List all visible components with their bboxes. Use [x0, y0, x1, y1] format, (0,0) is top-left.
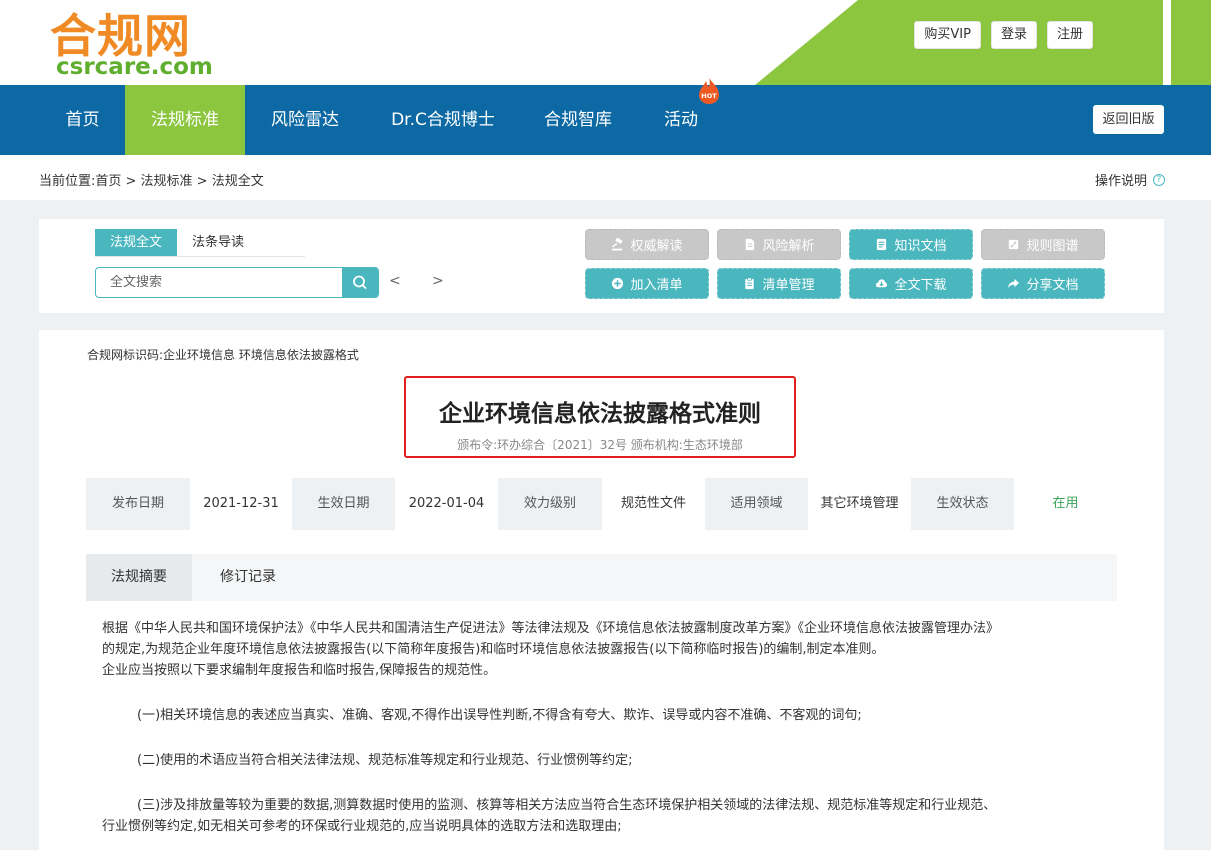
hot-label: HOT [701, 92, 717, 100]
meta-value-domain: 其它环境管理 [820, 496, 899, 511]
meta-value-level: 规范性文件 [620, 496, 686, 511]
document-title: 企业环境信息依法披露格式准则 [439, 401, 761, 427]
metadata-table: 发布日期 2021-12-31 生效日期 2022-01-04 效力级别 规范性… [86, 478, 1117, 530]
download-full-text-button[interactable]: 全文下载 [849, 268, 973, 299]
hot-flame-icon: HOT [699, 78, 719, 104]
cloud-download-icon [876, 279, 888, 288]
meta-label-domain: 适用领域 [705, 478, 808, 530]
tab-full-text[interactable]: 法规全文 [95, 229, 178, 257]
body-clause: (二)使用的术语应当符合相关法律法规、规范标准等规定和行业规范、行业惯例等约定; [137, 753, 633, 768]
clipboard-icon [745, 277, 755, 290]
tab-revision-history[interactable]: 修订记录 [198, 554, 298, 601]
nav-think-tank[interactable]: 合规智库 [528, 85, 628, 155]
add-to-list-button[interactable]: 加入清单 [585, 268, 709, 299]
action-label: 加入清单 [630, 278, 683, 293]
share-icon [1008, 278, 1020, 289]
site-logo[interactable]: 合规网 csrcare.com [50, 4, 220, 80]
knowledge-docs-button[interactable]: 知识文档 [849, 229, 973, 260]
document-icon [746, 238, 755, 251]
main-nav: 首页 法规标准 风险雷达 Dr.C合规博士 合规智库 活动 [0, 85, 1211, 155]
rule-graph-button[interactable]: 规则图谱 [981, 229, 1105, 260]
action-label: 风险解析 [762, 239, 815, 254]
search-box [95, 267, 379, 298]
nav-risk-radar[interactable]: 风险雷达 [255, 85, 355, 155]
meta-label-publish-date: 发布日期 [86, 478, 190, 530]
logo-domain: csrcare.com [56, 54, 213, 80]
document-identifier: 合规网标识码:企业环境信息 环境信息依法披露格式 [87, 348, 359, 362]
meta-label-status: 生效状态 [911, 478, 1014, 530]
meta-label-effective-date: 生效日期 [292, 478, 395, 530]
meta-label-level: 效力级别 [498, 478, 602, 530]
body-paragraph: 的规定,为规范企业年度环境信息依法披露报告(以下简称年度报告)和临时环境信息依法… [102, 642, 885, 657]
view-tabs: 法规全文 法条导读 [95, 229, 260, 257]
help-link[interactable]: 操作说明 ? [1095, 170, 1165, 189]
body-paragraph: 企业应当按照以下要求编制年度报告和临时报告,保障报告的规范性。 [102, 663, 497, 678]
plus-circle-icon [612, 277, 624, 290]
search-icon [353, 275, 367, 289]
body-clause: (一)相关环境信息的表述应当真实、准确、客观,不得作出误导性判断,不得含有夸大、… [137, 708, 862, 723]
nav-dr-c[interactable]: Dr.C合规博士 [378, 85, 508, 155]
search-button[interactable] [342, 268, 378, 297]
meta-value-effective-date: 2022-01-04 [408, 496, 485, 511]
body-clause: (三)涉及排放量等较为重要的数据,测算数据时使用的监测、核算等相关方法应当符合生… [137, 798, 997, 813]
meta-value-publish-date: 2021-12-31 [203, 496, 279, 511]
document-content: 合规网标识码:企业环境信息 环境信息依法披露格式 企业环境信息依法披露格式准则 … [39, 330, 1164, 850]
authority-interpretation-button[interactable]: 权威解读 [585, 229, 709, 260]
document-subtitle: 颁布令:环办综合〔2021〕32号 颁布机构:生态环境部 [457, 438, 743, 452]
tab-article-guide[interactable]: 法条导读 [177, 229, 260, 257]
top-header: 合规网 csrcare.com 购买VIP 登录 注册 [0, 0, 1211, 85]
help-label: 操作说明 [1094, 174, 1147, 189]
document-body: 根据《中华人民共和国环境保护法》《中华人民共和国清洁生产促进法》等法律法规及《环… [102, 618, 1102, 837]
tab-summary[interactable]: 法规摘要 [86, 554, 192, 601]
share-document-button[interactable]: 分享文档 [981, 268, 1105, 299]
nav-regulations[interactable]: 法规标准 [125, 85, 245, 155]
action-label: 清单管理 [762, 278, 815, 293]
action-label: 知识文档 [894, 239, 947, 254]
docs-icon [877, 238, 887, 251]
meta-value-status: 在用 [1052, 496, 1079, 511]
old-version-button[interactable]: 返回旧版 [1093, 105, 1164, 134]
list-management-button[interactable]: 清单管理 [717, 268, 841, 299]
register-button[interactable]: 注册 [1046, 21, 1093, 49]
gavel-icon [612, 238, 623, 251]
title-highlight-box: 企业环境信息依法披露格式准则 颁布令:环办综合〔2021〕32号 颁布机构:生态… [404, 376, 796, 458]
nav-home[interactable]: 首页 [40, 85, 125, 155]
summary-tabs: 法规摘要 修订记录 [86, 554, 1117, 601]
action-label: 全文下载 [894, 278, 947, 293]
user-actions: 购买VIP 登录 注册 [914, 21, 1093, 49]
body-paragraph: 根据《中华人民共和国环境保护法》《中华人民共和国清洁生产促进法》等法律法规及《环… [102, 621, 1000, 636]
breadcrumb: 当前位置:首页 > 法规标准 > 法规全文 [39, 170, 264, 189]
action-label: 规则图谱 [1026, 239, 1079, 254]
question-icon: ? [1153, 173, 1165, 186]
buy-vip-button[interactable]: 购买VIP [914, 21, 981, 49]
body-clause-continued: 行业惯例等约定,如无相关可参考的环保或行业规范的,应当说明具体的选取方法和选取理… [102, 819, 622, 834]
graph-icon [1009, 239, 1019, 250]
prev-result-arrow[interactable]: < [389, 273, 401, 289]
action-label: 权威解读 [630, 239, 683, 254]
breadcrumb-bar: 当前位置:首页 > 法规标准 > 法规全文 操作说明 ? [0, 155, 1211, 200]
risk-analysis-button[interactable]: 风险解析 [717, 229, 841, 260]
tool-panel: 法规全文 法条导读 < > 权威解读 风险解析 知识文档 规则图谱 加入清单 [39, 219, 1164, 313]
action-label: 分享文档 [1026, 278, 1079, 293]
breadcrumb-prefix: 当前位置: [39, 174, 96, 189]
login-button[interactable]: 登录 [990, 21, 1037, 49]
search-input[interactable] [96, 268, 344, 297]
breadcrumb-path[interactable]: 首页 > 法规标准 > 法规全文 [95, 174, 263, 189]
tab-divider [95, 256, 305, 257]
next-result-arrow[interactable]: > [432, 273, 444, 289]
